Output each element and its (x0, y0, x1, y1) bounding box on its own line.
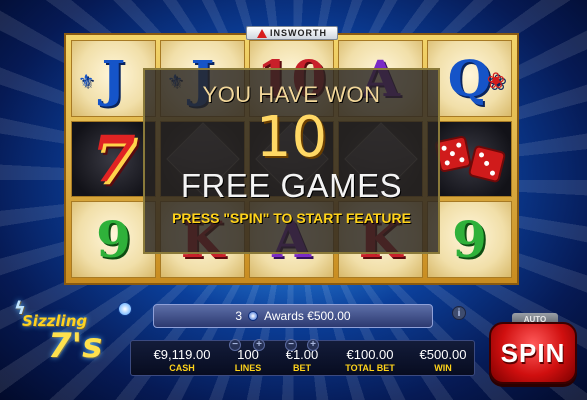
symbol-q: Q (447, 48, 492, 108)
game-logo: ϟ Sizzling 7's (14, 298, 126, 366)
sound-toggle-icon[interactable] (118, 302, 132, 316)
symbol-9: 9 (452, 210, 487, 270)
free-games-win-overlay: YOU HAVE WON 10 FREE GAMES PRESS "SPIN" … (143, 68, 440, 254)
win-meter: €500.00 WIN (413, 347, 473, 373)
info-icon[interactable]: i (452, 306, 466, 320)
cash-meter: €9,119.00 CASH (143, 347, 221, 373)
free-games-label: FREE GAMES (180, 167, 403, 204)
cash-label: CASH (169, 363, 195, 373)
lines-meter: − + 100 LINES (227, 339, 269, 373)
total-bet-value: €100.00 (346, 347, 394, 362)
bet-increase-button[interactable]: + (307, 339, 319, 351)
bet-meter: − + €1.00 BET (277, 339, 327, 373)
total-bet-label: TOTAL BET (345, 363, 395, 373)
win-value: €500.00 (419, 347, 467, 362)
coin-icon (248, 311, 259, 321)
total-bet-meter: €100.00 TOTAL BET (333, 347, 407, 373)
free-games-count: 10 (255, 105, 328, 170)
brand-name: INSWORTH (270, 28, 327, 38)
bet-label: BET (293, 363, 311, 373)
cash-value: €9,119.00 (153, 347, 211, 362)
rose-icon: ❀ (486, 69, 505, 94)
awards-count: 3 (235, 309, 243, 323)
symbol-9: 9 (96, 210, 131, 270)
dice-icon (433, 135, 506, 184)
spin-button[interactable]: SPIN (489, 322, 577, 384)
lines-increase-button[interactable]: + (253, 339, 265, 351)
win-label: WIN (434, 363, 452, 373)
die-icon (467, 144, 506, 184)
meter-bar: €9,119.00 CASH − + 100 LINES − + €1.00 B… (130, 339, 475, 376)
awards-text: Awards €500.00 (264, 309, 351, 323)
bet-decrease-button[interactable]: − (285, 339, 297, 351)
brand-triangle-icon (257, 28, 267, 38)
symbol-j: J (101, 48, 126, 108)
bet-value: €1.00 (285, 347, 319, 362)
awards-bar: 3 Awards €500.00 (153, 304, 433, 328)
logo-line2: 7's (48, 326, 103, 366)
symbol-seven: 7 (91, 121, 136, 197)
lines-label: LINES (234, 363, 262, 373)
lines-decrease-button[interactable]: − (229, 339, 241, 351)
brand-plate: INSWORTH (246, 26, 338, 40)
fleur-de-lis-icon: ⚜ (78, 71, 95, 92)
start-feature-instruction: PRESS "SPIN" TO START FEATURE (172, 210, 411, 226)
